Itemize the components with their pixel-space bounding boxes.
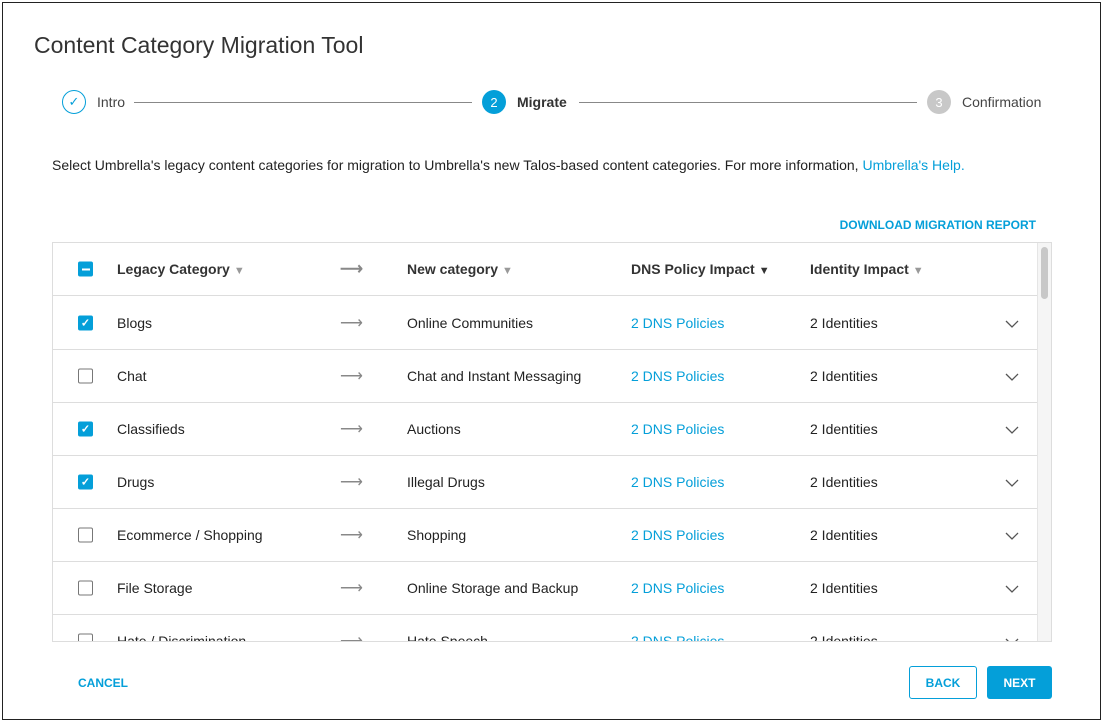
check-icon: ✓	[80, 423, 91, 436]
step-connector	[134, 102, 472, 103]
download-report-link[interactable]: DOWNLOAD MIGRATION REPORT	[840, 218, 1036, 232]
chevron-down-icon[interactable]	[1005, 633, 1019, 641]
arrow-icon: ⟶	[340, 261, 363, 278]
step-connector	[579, 102, 917, 103]
legacy-category: Chat	[117, 368, 147, 384]
new-category: Chat and Instant Messaging	[407, 368, 582, 384]
identity-impact: 2 Identities	[810, 421, 878, 437]
description-text: Select Umbrella's legacy content categor…	[52, 157, 863, 173]
row-checkbox[interactable]	[78, 527, 93, 543]
scrollbar[interactable]	[1037, 243, 1051, 641]
dns-policies-link[interactable]: 2 DNS Policies	[631, 633, 724, 641]
header-legacy[interactable]: Legacy Category ▼	[117, 261, 245, 277]
row-checkbox[interactable]	[78, 580, 93, 596]
identity-impact: 2 Identities	[810, 368, 878, 384]
identity-impact: 2 Identities	[810, 474, 878, 490]
step-label: Intro	[97, 94, 126, 110]
sort-icon: ▼	[758, 265, 770, 277]
dns-policies-link[interactable]: 2 DNS Policies	[631, 474, 724, 490]
legacy-category: Classifieds	[117, 421, 185, 437]
chevron-down-icon[interactable]	[1005, 474, 1019, 490]
table-row: Chat ⟶ Chat and Instant Messaging 2 DNS …	[53, 350, 1038, 403]
step-label: Migrate	[517, 94, 567, 110]
step-intro: ✓ Intro	[62, 90, 125, 114]
identity-impact: 2 Identities	[810, 527, 878, 543]
row-checkbox[interactable]: ✓	[78, 474, 93, 490]
dns-policies-link[interactable]: 2 DNS Policies	[631, 421, 724, 437]
header-label: New category	[407, 261, 499, 277]
table-row: ✓ Classifieds ⟶ Auctions 2 DNS Policies …	[53, 403, 1038, 456]
new-category: Auctions	[407, 421, 461, 437]
chevron-down-icon[interactable]	[1005, 368, 1019, 384]
step-confirmation: 3 Confirmation	[927, 90, 1041, 114]
row-checkbox[interactable]	[78, 633, 93, 641]
description: Select Umbrella's legacy content categor…	[52, 157, 965, 173]
row-checkbox[interactable]: ✓	[78, 421, 93, 437]
legacy-category: Ecommerce / Shopping	[117, 527, 263, 543]
dns-policies-link[interactable]: 2 DNS Policies	[631, 315, 724, 331]
row-checkbox[interactable]	[78, 368, 93, 384]
dns-policies-link[interactable]: 2 DNS Policies	[631, 368, 724, 384]
sort-icon: ▼	[912, 265, 924, 277]
new-category: Online Communities	[407, 315, 534, 331]
check-icon: ✓	[80, 476, 91, 489]
legacy-category: Blogs	[117, 315, 153, 331]
legacy-category: Drugs	[117, 474, 155, 490]
new-category: Shopping	[407, 527, 467, 543]
step-migrate: 2 Migrate	[482, 90, 567, 114]
arrow-icon: ⟶	[340, 580, 363, 597]
dns-policies-link[interactable]: 2 DNS Policies	[631, 527, 724, 543]
table-row: Ecommerce / Shopping ⟶ Shopping 2 DNS Po…	[53, 509, 1038, 562]
cancel-button[interactable]: CANCEL	[60, 666, 146, 699]
arrow-icon: ⟶	[340, 474, 363, 491]
page-title: Content Category Migration Tool	[34, 32, 364, 58]
new-category: Illegal Drugs	[407, 474, 485, 490]
scrollbar-thumb[interactable]	[1041, 247, 1048, 299]
arrow-icon: ⟶	[340, 633, 363, 642]
header-dns[interactable]: DNS Policy Impact ▼	[631, 261, 770, 277]
step-number: 2	[482, 90, 506, 114]
migration-table: Legacy Category ▼ ⟶ New category ▼ DNS Pol…	[52, 242, 1052, 642]
step-number: 3	[927, 90, 951, 114]
header-new[interactable]: New category ▼	[407, 261, 513, 277]
sort-icon: ▼	[502, 265, 513, 277]
back-button[interactable]: BACK	[909, 666, 977, 699]
table-row: File Storage ⟶ Online Storage and Backup…	[53, 562, 1038, 615]
next-button[interactable]: NEXT	[987, 666, 1052, 699]
table-row: ✓ Drugs ⟶ Illegal Drugs 2 DNS Policies 2…	[53, 456, 1038, 509]
table-row: ✓ Blogs ⟶ Online Communities 2 DNS Polic…	[53, 297, 1038, 350]
sort-icon: ▼	[233, 265, 245, 277]
row-checkbox[interactable]: ✓	[78, 315, 93, 331]
chevron-down-icon[interactable]	[1005, 527, 1019, 543]
identity-impact: 2 Identities	[810, 633, 878, 642]
new-category: Hate Speech	[407, 633, 488, 642]
chevron-down-icon[interactable]	[1005, 315, 1019, 331]
arrow-icon: ⟶	[340, 421, 363, 438]
legacy-category: Hate / Discrimination	[117, 633, 247, 642]
arrow-icon: ⟶	[340, 368, 363, 385]
header-label: DNS Policy Impact	[631, 261, 755, 277]
arrow-icon: ⟶	[340, 315, 363, 332]
select-all-checkbox[interactable]	[78, 261, 93, 277]
arrow-icon: ⟶	[340, 527, 363, 544]
help-link[interactable]: Umbrella's Help.	[862, 157, 964, 173]
identity-impact: 2 Identities	[810, 315, 878, 331]
header-identity[interactable]: Identity Impact ▼	[810, 261, 924, 277]
chevron-down-icon[interactable]	[1005, 580, 1019, 596]
table-header: Legacy Category ▼ ⟶ New category ▼ DNS Pol…	[53, 243, 1038, 296]
identity-impact: 2 Identities	[810, 580, 878, 596]
new-category: Online Storage and Backup	[407, 580, 579, 596]
step-label: Confirmation	[962, 94, 1042, 110]
legacy-category: File Storage	[117, 580, 193, 596]
header-label: Identity Impact	[810, 261, 909, 277]
table-row: Hate / Discrimination ⟶ Hate Speech 2 DN…	[53, 615, 1038, 642]
check-icon: ✓	[80, 317, 91, 330]
minus-icon	[81, 268, 90, 270]
chevron-down-icon[interactable]	[1005, 421, 1019, 437]
dns-policies-link[interactable]: 2 DNS Policies	[631, 580, 724, 596]
header-label: Legacy Category	[117, 261, 230, 277]
check-icon: ✓	[62, 90, 86, 114]
